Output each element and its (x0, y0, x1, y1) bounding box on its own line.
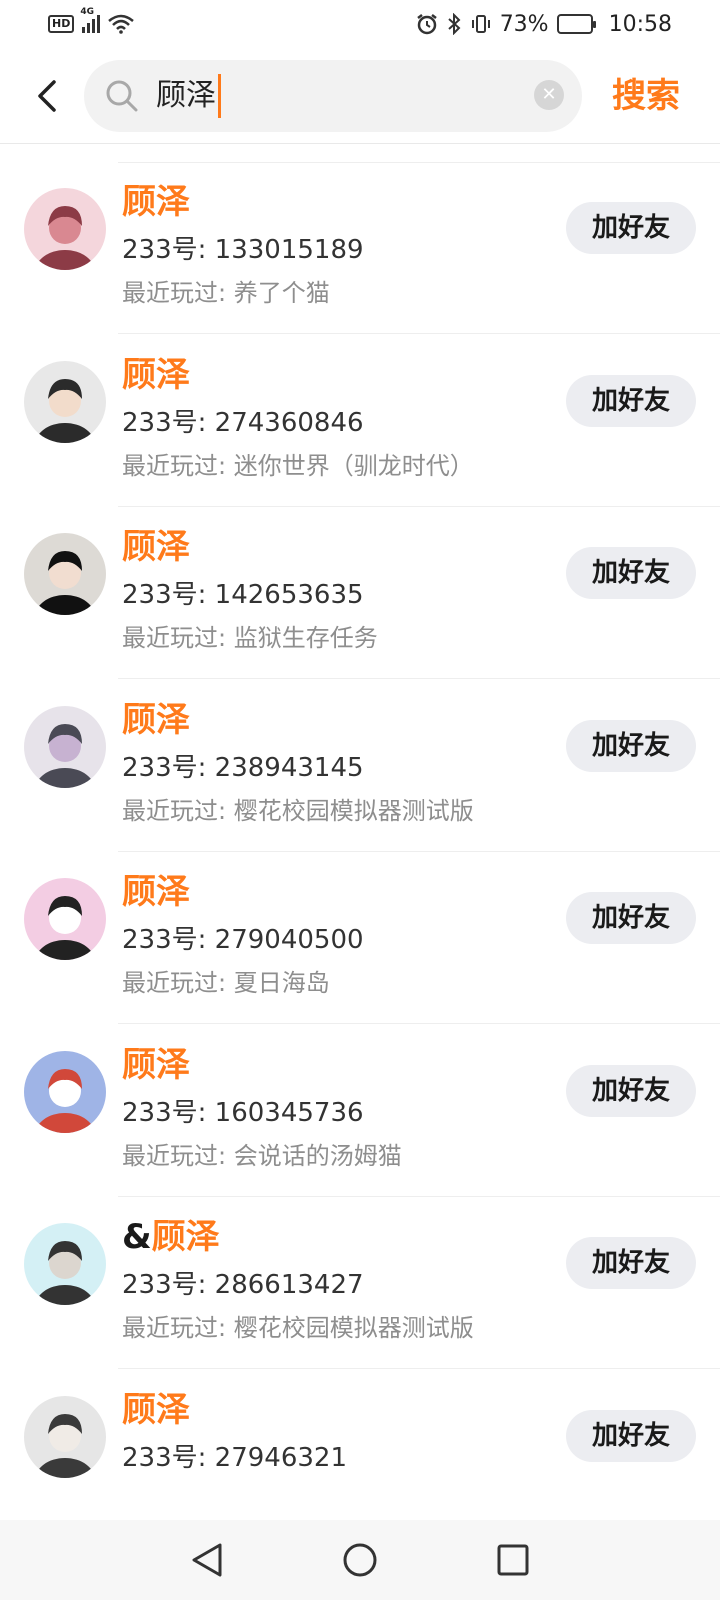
avatar[interactable] (24, 360, 106, 443)
add-friend-button[interactable]: 加好友 (566, 374, 696, 427)
list-item[interactable]: 顾泽 233号: 133015189 最近玩过: 养了个猫 加好友 (0, 162, 720, 334)
alarm-icon (416, 14, 437, 35)
add-friend-button[interactable]: 加好友 (566, 1237, 696, 1289)
user-id: 233号: 286613427 (122, 1270, 364, 1300)
list-item[interactable]: 顾泽 233号: 274360846 最近玩过: 迷你世界（驯龙时代） 加好友 (0, 335, 720, 507)
recently-played: 最近玩过: 会说话的汤姆猫 (122, 1141, 402, 1170)
user-name-prefix: & (122, 1217, 152, 1257)
battery-percent: 73% (499, 11, 549, 37)
user-name: 顾泽 (122, 870, 190, 914)
search-icon (106, 80, 138, 112)
avatar[interactable] (24, 705, 106, 788)
search-header: 顾泽 ✕ 搜索 (0, 48, 720, 144)
clear-icon[interactable]: ✕ (534, 80, 564, 110)
avatar[interactable] (24, 1223, 106, 1305)
avatar[interactable] (24, 1050, 106, 1133)
recently-played: 最近玩过: 养了个猫 (122, 279, 330, 307)
user-name-match: 顾泽 (122, 1044, 190, 1085)
search-button[interactable]: 搜索 (612, 74, 680, 118)
status-bar-right: 73% 10:58 (416, 12, 672, 37)
vibrate-icon (471, 15, 490, 33)
add-friend-button[interactable]: 加好友 (566, 719, 696, 772)
list-item[interactable]: 顾泽 233号: 142653635 最近玩过: 监狱生存任务 加好友 (0, 507, 720, 679)
avatar[interactable] (24, 1395, 106, 1478)
user-id: 233号: 274360846 (122, 407, 364, 438)
list-item[interactable]: &顾泽 233号: 286613427 最近玩过: 樱花校园模拟器测试版 加好友 (0, 1197, 720, 1369)
status-bar: HD 4G 73% 10:58 (0, 0, 720, 48)
status-bar-left: HD 4G (48, 7, 135, 34)
nav-home-button[interactable] (330, 1530, 390, 1590)
user-id: 233号: 27946321 (122, 1442, 347, 1473)
avatar[interactable] (24, 188, 106, 270)
user-id: 233号: 133015189 (122, 235, 364, 265)
user-name-match: 顾泽 (122, 872, 190, 912)
user-name: 顾泽 (122, 525, 190, 569)
user-name-match: 顾泽 (122, 699, 190, 740)
avatar[interactable] (24, 878, 106, 960)
recently-played: 最近玩过: 迷你世界（驯龙时代） (122, 451, 474, 480)
nav-back-triangle-icon (192, 1543, 222, 1577)
user-name: 顾泽 (122, 1388, 190, 1432)
user-name-match: 顾泽 (122, 354, 190, 395)
user-id: 233号: 279040500 (122, 925, 364, 955)
user-id: 233号: 142653635 (122, 580, 364, 610)
back-button[interactable] (26, 72, 66, 120)
search-input[interactable]: 顾泽 (156, 74, 221, 118)
hd-badge: HD (48, 15, 75, 33)
add-friend-button[interactable]: 加好友 (566, 892, 696, 944)
list-item[interactable]: 顾泽 233号: 238943145 最近玩过: 樱花校园模拟器测试版 加好友 (0, 680, 720, 852)
recently-played: 最近玩过: 监狱生存任务 (122, 624, 378, 652)
recently-played: 最近玩过: 樱花校园模拟器测试版 (122, 1314, 474, 1342)
list-item[interactable]: 顾泽 233号: 279040500 最近玩过: 夏日海岛 加好友 (0, 852, 720, 1024)
user-name-match: 顾泽 (122, 527, 190, 567)
add-friend-button[interactable]: 加好友 (566, 202, 696, 254)
user-name: 顾泽 (122, 1043, 190, 1087)
cellular-signal-icon: 4G (80, 7, 101, 33)
add-friend-button[interactable]: 加好友 (566, 547, 696, 599)
wifi-icon (108, 14, 135, 34)
clock: 10:58 (608, 11, 672, 37)
user-id: 233号: 238943145 (122, 752, 364, 783)
user-name: 顾泽 (122, 698, 190, 742)
search-box[interactable]: 顾泽 ✕ (84, 60, 582, 132)
system-nav-bar (0, 1520, 720, 1600)
recently-played: 最近玩过: 夏日海岛 (122, 969, 330, 997)
user-name-match: 顾泽 (122, 182, 190, 222)
nav-recent-square-icon (497, 1544, 529, 1576)
network-type: 4G (80, 7, 94, 17)
user-name-match: 顾泽 (122, 1389, 190, 1430)
user-name-match: 顾泽 (151, 1217, 220, 1257)
user-name: &顾泽 (122, 1215, 220, 1259)
back-arrow-icon (38, 80, 56, 112)
recently-played: 最近玩过: 樱花校园模拟器测试版 (122, 796, 474, 825)
add-friend-button[interactable]: 加好友 (566, 1064, 696, 1117)
user-name: 顾泽 (122, 180, 190, 224)
user-id: 233号: 160345736 (122, 1097, 364, 1128)
avatar[interactable] (24, 533, 106, 615)
nav-recent-button[interactable] (483, 1530, 543, 1590)
list-item[interactable]: 顾泽 233号: 160345736 最近玩过: 会说话的汤姆猫 加好友 (0, 1025, 720, 1197)
nav-home-circle-icon (343, 1543, 377, 1577)
bluetooth-icon (448, 13, 461, 35)
list-item[interactable]: 顾泽 233号: 27946321 加好友 (0, 1370, 720, 1542)
add-friend-button[interactable]: 加好友 (566, 1409, 696, 1462)
battery-icon (556, 14, 596, 34)
nav-back-button[interactable] (177, 1530, 237, 1590)
user-name: 顾泽 (122, 353, 190, 397)
